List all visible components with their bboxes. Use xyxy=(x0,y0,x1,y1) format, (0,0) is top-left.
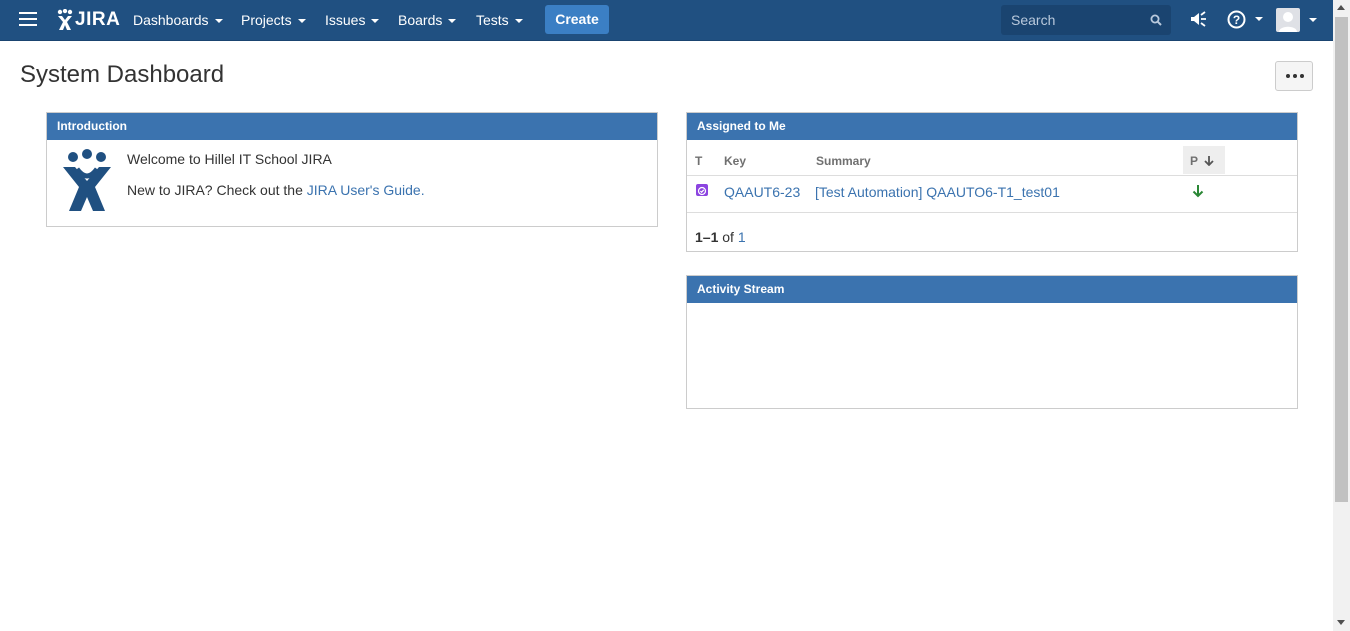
ellipsis-icon xyxy=(1286,74,1304,78)
scrollbar[interactable] xyxy=(1333,0,1350,631)
activity-stream-gadget: Activity Stream xyxy=(686,275,1298,409)
jira-logo-icon xyxy=(63,149,111,211)
column-header-key[interactable]: Key xyxy=(724,154,746,168)
chevron-down-icon xyxy=(448,19,457,24)
nav-issues-label: Issues xyxy=(325,12,366,28)
page-title: System Dashboard xyxy=(20,61,225,88)
menu-icon[interactable] xyxy=(19,12,37,28)
chevron-down-icon xyxy=(1255,17,1263,21)
chevron-down-icon[interactable] xyxy=(1309,18,1317,22)
nav-tests[interactable]: Tests xyxy=(476,0,523,40)
jira-logo-icon xyxy=(57,9,73,30)
scroll-down-arrow[interactable] xyxy=(1337,620,1345,625)
chevron-down-icon xyxy=(514,19,523,24)
nav-boards[interactable]: Boards xyxy=(398,0,457,40)
results-range: 1–1 xyxy=(695,229,719,245)
chevron-down-icon xyxy=(214,19,223,24)
scroll-thumb[interactable] xyxy=(1335,17,1348,502)
results-of: of xyxy=(722,229,734,245)
help-menu[interactable]: ? xyxy=(1227,10,1263,32)
search-box xyxy=(1001,5,1171,35)
search-icon[interactable] xyxy=(1150,14,1162,26)
priority-low-icon xyxy=(1192,185,1204,198)
sort-descending-icon[interactable] xyxy=(1204,155,1214,166)
avatar[interactable] xyxy=(1276,8,1300,32)
more-actions-button[interactable] xyxy=(1275,61,1313,91)
megaphone-icon[interactable] xyxy=(1189,10,1207,28)
user-guide-link[interactable]: JIRA User's Guide xyxy=(307,182,421,198)
nav-issues[interactable]: Issues xyxy=(325,0,380,40)
gadget-title: Assigned to Me xyxy=(687,113,1297,140)
nav-projects-label: Projects xyxy=(241,12,292,28)
introduction-gadget: Introduction Welcome to Hillel IT School… xyxy=(46,112,658,227)
avatar-icon xyxy=(1279,12,1297,32)
nav-projects[interactable]: Projects xyxy=(241,0,306,40)
search-input[interactable] xyxy=(1001,5,1151,35)
chevron-down-icon xyxy=(371,19,380,24)
new-to-jira-prefix: New to JIRA? Check out the xyxy=(127,182,307,198)
new-to-jira-suffix: . xyxy=(420,182,425,198)
nav-dashboards[interactable]: Dashboards xyxy=(133,0,223,40)
chevron-down-icon xyxy=(297,19,306,24)
divider xyxy=(687,212,1297,213)
new-to-jira-text: New to JIRA? Check out the JIRA User's G… xyxy=(127,182,425,198)
nav-tests-label: Tests xyxy=(476,12,509,28)
gadget-title: Activity Stream xyxy=(687,276,1297,303)
nav-boards-label: Boards xyxy=(398,12,443,28)
logo-text: JIRA xyxy=(75,9,121,30)
column-header-summary[interactable]: Summary xyxy=(816,154,871,168)
results-count: 1–1 of 1 xyxy=(695,229,746,245)
welcome-text: Welcome to Hillel IT School JIRA xyxy=(127,151,332,167)
test-type-icon xyxy=(696,184,708,196)
divider xyxy=(687,175,1297,176)
nav-dashboards-label: Dashboards xyxy=(133,12,209,28)
results-total-link[interactable]: 1 xyxy=(738,229,746,245)
issue-key-link[interactable]: QAAUT6-23 xyxy=(724,184,800,200)
create-button[interactable]: Create xyxy=(545,5,609,34)
column-header-type[interactable]: T xyxy=(695,154,702,168)
jira-logo[interactable]: JIRA xyxy=(57,8,120,32)
svg-text:?: ? xyxy=(1233,13,1240,27)
top-navigation-bar: JIRA Dashboards Projects Issues Boards T… xyxy=(0,0,1333,41)
assigned-to-me-gadget: Assigned to Me T Key Summary P QAAUT6-23… xyxy=(686,112,1298,252)
gadget-title: Introduction xyxy=(47,113,657,140)
column-header-priority[interactable]: P xyxy=(1190,154,1198,168)
scroll-up-arrow[interactable] xyxy=(1337,5,1345,10)
issue-summary-link[interactable]: [Test Automation] QAAUTO6-T1_test01 xyxy=(815,184,1060,200)
help-icon: ? xyxy=(1227,10,1246,29)
